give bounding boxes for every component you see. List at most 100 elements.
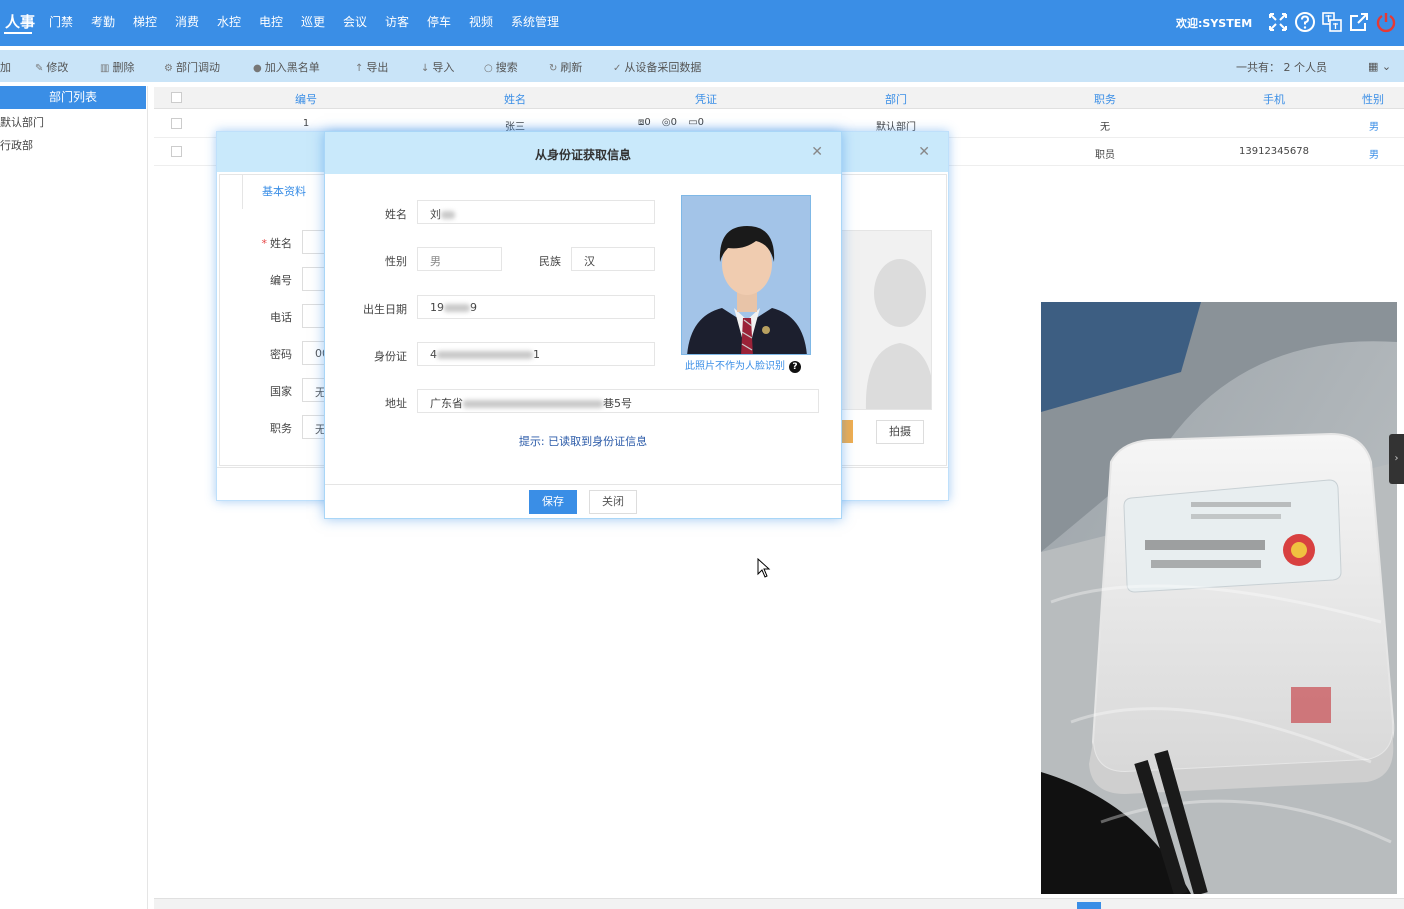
row-checkbox[interactable]	[171, 118, 182, 129]
app-window: 人事 门禁 考勤 梯控 消费 水控 电控 巡更 会议 访客 停车 视频 系统管理…	[0, 0, 1404, 909]
column-header-credential[interactable]: 凭证	[695, 91, 717, 107]
sidebar-item-default-dept[interactable]: 默认部门	[0, 114, 44, 130]
column-header-gender[interactable]: 性别	[1362, 91, 1384, 107]
blacklist-button[interactable]: ● 加入黑名单	[253, 59, 320, 75]
nav-item-visitor[interactable]: 访客	[385, 13, 409, 30]
nav-item-consumption[interactable]: 消费	[175, 13, 199, 30]
capture-photo-button[interactable]: 拍摄	[876, 420, 924, 444]
check-icon: ✓	[613, 63, 622, 74]
row-phone: 13912345678	[1239, 146, 1309, 157]
row-checkbox[interactable]	[171, 146, 182, 157]
name-label-text: 姓名	[270, 237, 292, 250]
sidebar-item-admin-dept[interactable]: 行政部	[0, 137, 33, 153]
field-label-name: 姓名	[385, 208, 407, 221]
nav-item-power[interactable]: 电控	[259, 13, 283, 30]
department-list-header: 部门列表	[0, 86, 146, 109]
import-icon: ↓	[421, 63, 430, 74]
column-header-phone[interactable]: 手机	[1263, 91, 1285, 107]
select-all-checkbox[interactable]	[171, 92, 182, 103]
row-position: 无	[1100, 122, 1110, 133]
dialog-footer-divider	[325, 484, 841, 485]
close-button[interactable]: 关闭	[589, 490, 637, 514]
field-label-name: * 姓名	[261, 237, 293, 250]
id-birth-date-field[interactable]: 19 9	[417, 295, 655, 319]
department-sidebar: 部门列表 默认部门 行政部	[0, 86, 148, 909]
nav-item-patrol[interactable]: 巡更	[301, 13, 325, 30]
edit-button[interactable]: ✎ 修改	[35, 59, 68, 75]
power-icon[interactable]	[1375, 11, 1397, 33]
welcome-text: 欢迎:SYSTEM	[1176, 17, 1253, 30]
field-label-position: 职务	[270, 422, 292, 435]
search-button[interactable]: ○ 搜索	[484, 59, 518, 75]
dept-transfer-button[interactable]: ⚙ 部门调动	[164, 59, 220, 75]
dept-transfer-label: 部门调动	[175, 61, 220, 74]
id-ethnicity-field[interactable]: 汉	[571, 247, 655, 271]
nav-item-access[interactable]: 门禁	[49, 13, 73, 30]
search-icon: ○	[484, 63, 493, 74]
id-gender-value: 男	[430, 255, 441, 268]
blacklist-label: 加入黑名单	[264, 61, 320, 74]
nav-item-water[interactable]: 水控	[217, 13, 241, 30]
id-birth-suffix: 9	[470, 301, 477, 314]
column-header-position[interactable]: 职务	[1094, 91, 1116, 107]
help-icon[interactable]	[1294, 11, 1316, 33]
field-label-birth-date: 出生日期	[363, 303, 407, 316]
export-label: 导出	[366, 61, 389, 74]
photo-note-text: 此照片不作为人脸识别	[685, 361, 785, 372]
portrait-image	[682, 196, 810, 354]
nav-item-attendance[interactable]: 考勤	[91, 13, 115, 30]
column-header-number[interactable]: 编号	[295, 91, 317, 107]
nav-item-parking[interactable]: 停车	[427, 13, 451, 30]
close-icon[interactable]: ✕	[918, 144, 930, 160]
card-count: 0	[697, 117, 705, 128]
chevron-right-icon[interactable]: ›	[1389, 434, 1404, 484]
save-button[interactable]: 保存	[529, 490, 577, 514]
pagination-current-page[interactable]	[1077, 902, 1101, 909]
external-link-icon[interactable]	[1348, 11, 1370, 33]
id-name-value: 刘	[430, 208, 441, 221]
fetch-from-device-label: 从设备采回数据	[624, 61, 702, 74]
refresh-label: 刷新	[560, 61, 583, 74]
export-button[interactable]: ↑ 导出	[355, 59, 388, 75]
grid-view-icon[interactable]: ▦ ⌄	[1368, 60, 1391, 73]
id-address-field[interactable]: 广东省 巷5号	[417, 389, 819, 413]
close-icon[interactable]: ✕	[811, 144, 823, 160]
nav-item-system[interactable]: 系统管理	[511, 13, 559, 30]
tab-basic-info[interactable]: 基本资料	[242, 175, 326, 209]
field-label-ethnicity: 民族	[539, 255, 561, 268]
import-button[interactable]: ↓ 导入	[421, 59, 454, 75]
fetch-from-device-button[interactable]: ✓ 从设备采回数据	[613, 59, 701, 75]
id-card-info-dialog: 从身份证获取信息 ✕ 姓名 刘 性别 男 民族 汉 出生日期 19 9 身份证 4…	[324, 131, 842, 519]
upload-photo-button[interactable]	[841, 420, 853, 443]
add-button[interactable]: 加	[0, 59, 11, 75]
id-card-photo	[681, 195, 811, 355]
person-photo-placeholder	[839, 230, 932, 410]
language-icon[interactable]	[1321, 11, 1343, 33]
import-label: 导入	[432, 61, 455, 74]
id-number-field[interactable]: 41	[417, 342, 655, 366]
field-label-phone: 电话	[270, 311, 292, 324]
trash-icon: ▥	[100, 63, 110, 74]
row-credentials: ⧈0 ◎0 ▭0	[638, 117, 704, 128]
row-number: 1	[302, 118, 310, 129]
nav-item-elevator[interactable]: 梯控	[133, 13, 157, 30]
gear-icon: ⚙	[164, 63, 173, 74]
table-header: 编号 姓名 凭证 部门 职务 手机 性别	[154, 87, 1404, 109]
read-success-hint: 提示: 已读取到身份证信息	[518, 435, 648, 448]
fullscreen-icon[interactable]	[1267, 11, 1289, 33]
id-number-suffix: 1	[533, 348, 540, 361]
refresh-button[interactable]: ↻ 刷新	[549, 59, 582, 75]
delete-button[interactable]: ▥ 删除	[100, 59, 134, 75]
column-header-department[interactable]: 部门	[885, 91, 907, 107]
id-gender-field[interactable]: 男	[417, 247, 502, 271]
nav-item-meeting[interactable]: 会议	[343, 13, 367, 30]
nav-item-video[interactable]: 视频	[469, 13, 493, 30]
question-icon[interactable]: ?	[789, 361, 801, 373]
field-label-id-number: 身份证	[374, 350, 407, 363]
column-header-name[interactable]: 姓名	[504, 91, 526, 107]
row-position: 职员	[1095, 150, 1115, 161]
id-name-field[interactable]: 刘	[417, 200, 655, 224]
field-label-country: 国家	[270, 385, 292, 398]
row-gender: 男	[1369, 122, 1379, 133]
nav-item-personnel[interactable]: 人事	[5, 11, 35, 32]
